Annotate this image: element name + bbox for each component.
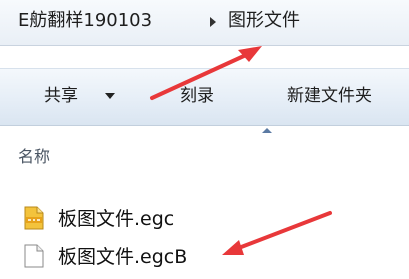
blank-file-icon <box>24 244 44 268</box>
egc-file-icon <box>24 206 44 230</box>
address-toolbar-gap <box>0 46 409 68</box>
file-row[interactable]: 板图文件.egc <box>0 204 409 234</box>
sort-ascending-icon[interactable] <box>262 128 272 133</box>
file-row[interactable]: 板图文件.egcB <box>0 242 409 272</box>
new-folder-button[interactable]: 新建文件夹 <box>287 85 372 107</box>
address-bar[interactable]: E舫翻样190103 图形文件 <box>0 0 409 46</box>
share-button[interactable]: 共享 <box>44 85 78 107</box>
command-toolbar: 共享 刻录 新建文件夹 <box>0 68 409 126</box>
burn-button[interactable]: 刻录 <box>180 85 214 107</box>
breadcrumb-parent-folder[interactable]: E舫翻样190103 <box>18 10 152 32</box>
breadcrumb-current-folder[interactable]: 图形文件 <box>228 10 300 32</box>
file-name[interactable]: 板图文件.egc <box>58 207 174 231</box>
name-column-header[interactable]: 名称 <box>18 147 50 167</box>
file-name[interactable]: 板图文件.egcB <box>58 245 187 269</box>
share-dropdown-icon[interactable] <box>105 93 115 99</box>
breadcrumb-separator-icon[interactable] <box>210 17 216 27</box>
